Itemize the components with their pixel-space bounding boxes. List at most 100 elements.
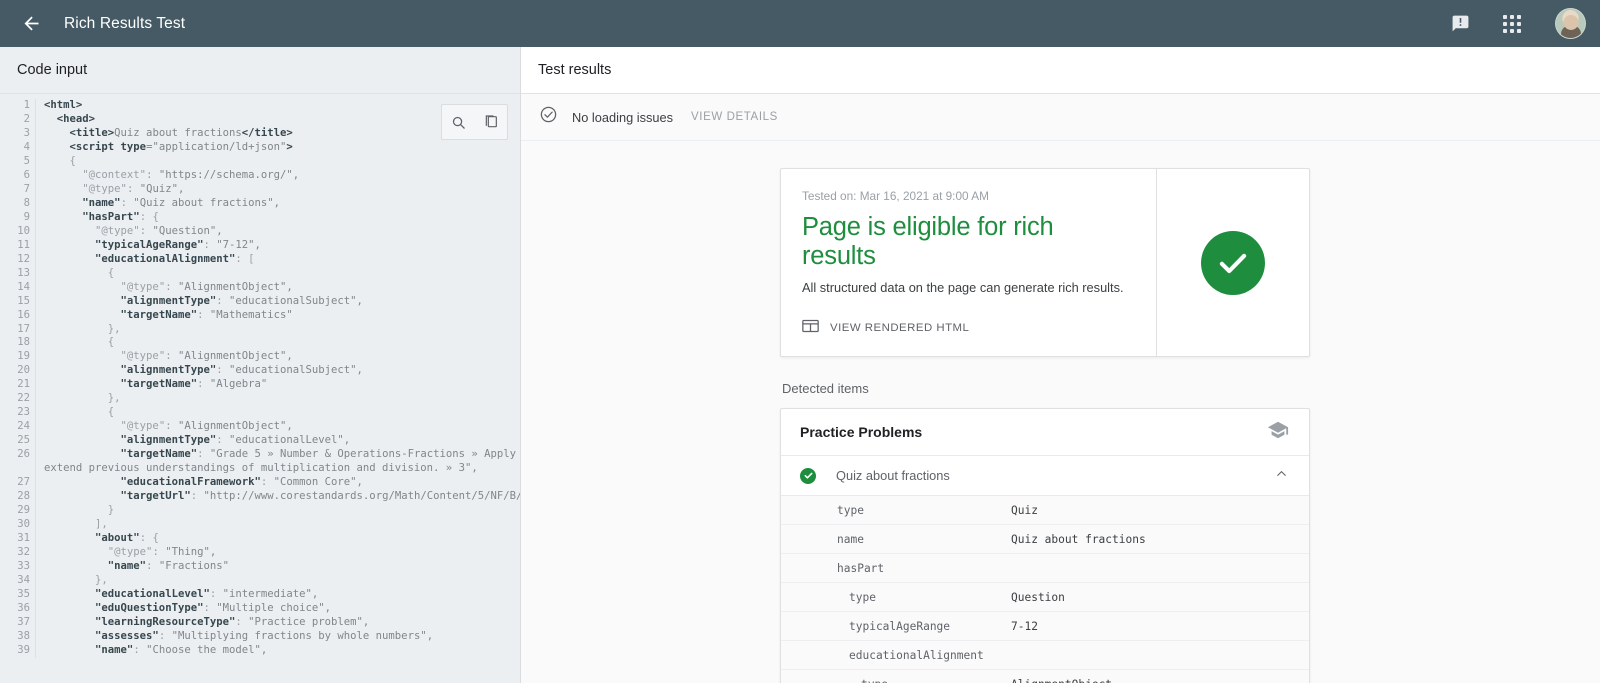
code-line: "@type": "AlignmentObject", — [44, 281, 520, 295]
code-input-header: Code input — [0, 47, 520, 94]
results-container: Tested on: Mar 16, 2021 at 9:00 AM Page … — [780, 141, 1310, 683]
code-line: <script type="application/ld+json"> — [44, 141, 520, 155]
code-line: "alignmentType": "educationalSubject", — [44, 364, 520, 378]
line-number: 1 — [0, 99, 30, 113]
results-scroll-area[interactable]: Tested on: Mar 16, 2021 at 9:00 AM Page … — [521, 141, 1600, 683]
detected-item-card: Practice Problems Quiz about fractions — [780, 408, 1310, 683]
line-number: 9 — [0, 211, 30, 225]
graduation-cap-icon — [1267, 419, 1289, 446]
code-line: "targetUrl": "http://www.corestandards.o… — [44, 490, 520, 504]
code-input-title: Code input — [17, 62, 87, 78]
detected-item-row[interactable]: Quiz about fractions — [781, 456, 1309, 496]
line-number: 22 — [0, 392, 30, 406]
loading-status-bar: No loading issues VIEW DETAILS — [521, 94, 1600, 141]
line-number: 28 — [0, 490, 30, 504]
line-number: 39 — [0, 644, 30, 658]
web-page-icon — [802, 319, 819, 336]
summary-card-body: Tested on: Mar 16, 2021 at 9:00 AM Page … — [781, 169, 1156, 356]
detected-items-label: Detected items — [782, 381, 1310, 396]
search-icon[interactable] — [447, 111, 469, 133]
line-number: 32 — [0, 546, 30, 560]
code-line: { — [44, 267, 520, 281]
line-number: 6 — [0, 169, 30, 183]
property-row: nameQuiz about fractions — [781, 525, 1309, 554]
code-line: } — [44, 504, 520, 518]
code-line: { — [44, 155, 520, 169]
tested-on-timestamp: Tested on: Mar 16, 2021 at 9:00 AM — [802, 189, 1134, 203]
apps-grid-icon[interactable] — [1499, 11, 1525, 37]
code-line: extend previous understandings of multip… — [44, 462, 520, 476]
code-editor[interactable]: 1234567891011121314151617181920212223242… — [0, 94, 520, 683]
code-line: "educationalFramework": "Common Core", — [44, 476, 520, 490]
eligibility-headline: Page is eligible for rich results — [802, 213, 1134, 271]
view-details-link[interactable]: VIEW DETAILS — [691, 111, 778, 123]
code-line: { — [44, 336, 520, 350]
line-number: 37 — [0, 616, 30, 630]
line-number: 18 — [0, 336, 30, 350]
property-key: hasPart — [781, 562, 1011, 575]
code-line: "@type": "Thing", — [44, 546, 520, 560]
code-line: "educationalLevel": "intermediate", — [44, 588, 520, 602]
property-row: typeQuestion — [781, 583, 1309, 612]
view-rendered-html-button[interactable]: VIEW RENDERED HTML — [802, 319, 969, 336]
appbar-actions — [1447, 8, 1586, 39]
property-value: 7-12 — [1011, 620, 1038, 633]
line-number: 31 — [0, 532, 30, 546]
avatar[interactable] — [1555, 8, 1586, 39]
back-arrow-icon[interactable] — [18, 11, 44, 37]
code-line: "targetName": "Grade 5 » Number & Operat… — [44, 448, 520, 462]
line-number: 24 — [0, 420, 30, 434]
code-line: "targetName": "Mathematics" — [44, 309, 520, 323]
test-results-header: Test results — [521, 47, 1600, 94]
line-number-gutter: 1234567891011121314151617181920212223242… — [0, 99, 36, 658]
code-content[interactable]: <html> <head> <title>Quiz about fraction… — [36, 99, 520, 658]
check-circle-filled-icon — [1201, 231, 1265, 295]
chevron-up-icon[interactable] — [1274, 466, 1289, 486]
eligibility-subtext: All structured data on the page can gene… — [802, 280, 1134, 295]
property-row: typeQuiz — [781, 496, 1309, 525]
summary-card: Tested on: Mar 16, 2021 at 9:00 AM Page … — [780, 168, 1310, 357]
line-number: 8 — [0, 197, 30, 211]
loading-status-text: No loading issues — [572, 110, 673, 125]
copy-icon[interactable] — [480, 111, 502, 133]
property-value: Quiz — [1011, 504, 1038, 517]
line-number: 3 — [0, 127, 30, 141]
line-number: 17 — [0, 323, 30, 337]
detected-item-type-title: Practice Problems — [800, 424, 922, 440]
check-circle-filled-icon — [800, 468, 816, 484]
code-line: "alignmentType": "educationalSubject", — [44, 295, 520, 309]
line-number: 29 — [0, 504, 30, 518]
editor-body: 1234567891011121314151617181920212223242… — [0, 94, 520, 658]
line-number: 35 — [0, 588, 30, 602]
code-line: { — [44, 406, 520, 420]
line-number — [0, 462, 30, 476]
property-key: type — [781, 678, 1011, 683]
code-input-pane: Code input 12345678910111213141516171819… — [0, 47, 521, 683]
line-number: 14 — [0, 281, 30, 295]
line-number: 30 — [0, 518, 30, 532]
view-rendered-html-label: VIEW RENDERED HTML — [830, 322, 969, 334]
test-results-title: Test results — [538, 62, 611, 78]
line-number: 2 — [0, 113, 30, 127]
line-number: 21 — [0, 378, 30, 392]
property-row: typicalAgeRange7-12 — [781, 612, 1309, 641]
line-number: 10 — [0, 225, 30, 239]
line-number: 4 — [0, 141, 30, 155]
line-number: 13 — [0, 267, 30, 281]
line-number: 34 — [0, 574, 30, 588]
detected-item-name: Quiz about fractions — [836, 468, 950, 483]
app-bar: Rich Results Test — [0, 0, 1600, 47]
property-value: Question — [1011, 591, 1065, 604]
code-line: "name": "Fractions" — [44, 560, 520, 574]
line-number: 23 — [0, 406, 30, 420]
line-number: 16 — [0, 309, 30, 323]
code-line: "@type": "AlignmentObject", — [44, 350, 520, 364]
line-number: 12 — [0, 253, 30, 267]
code-line: "name": "Quiz about fractions", — [44, 197, 520, 211]
code-line: "@type": "Quiz", — [44, 183, 520, 197]
line-number: 26 — [0, 448, 30, 462]
detected-item-card-header: Practice Problems — [781, 409, 1309, 456]
feedback-icon[interactable] — [1447, 11, 1473, 37]
code-line: "hasPart": { — [44, 211, 520, 225]
code-line: "@context": "https://schema.org/", — [44, 169, 520, 183]
